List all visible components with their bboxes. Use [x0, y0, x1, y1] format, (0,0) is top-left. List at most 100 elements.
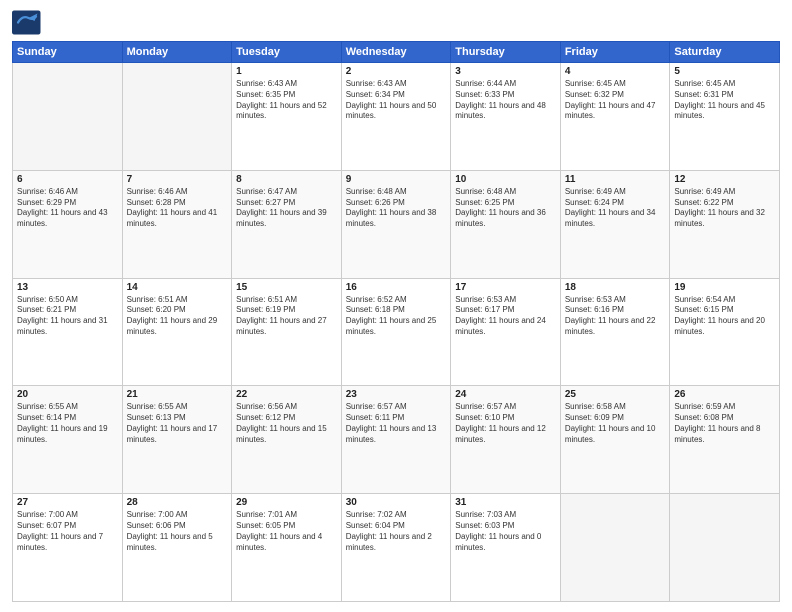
cell-content: Sunrise: 7:02 AMSunset: 6:04 PMDaylight:…	[346, 510, 447, 553]
calendar-cell: 15 Sunrise: 6:51 AMSunset: 6:19 PMDayligh…	[232, 278, 342, 386]
calendar-cell: 9 Sunrise: 6:48 AMSunset: 6:26 PMDaylight…	[341, 170, 451, 278]
calendar-cell: 28 Sunrise: 7:00 AMSunset: 6:06 PMDayligh…	[122, 494, 232, 602]
calendar-cell	[560, 494, 670, 602]
day-number: 26	[674, 389, 775, 400]
day-number: 17	[455, 282, 556, 293]
cell-content: Sunrise: 6:44 AMSunset: 6:33 PMDaylight:…	[455, 79, 556, 122]
day-number: 7	[127, 174, 228, 185]
day-header-saturday: Saturday	[670, 42, 780, 63]
day-number: 21	[127, 389, 228, 400]
day-number: 25	[565, 389, 666, 400]
day-number: 24	[455, 389, 556, 400]
calendar-cell: 31 Sunrise: 7:03 AMSunset: 6:03 PMDayligh…	[451, 494, 561, 602]
cell-content: Sunrise: 6:49 AMSunset: 6:22 PMDaylight:…	[674, 187, 775, 230]
calendar-cell: 1 Sunrise: 6:43 AMSunset: 6:35 PMDaylight…	[232, 63, 342, 171]
calendar-cell: 4 Sunrise: 6:45 AMSunset: 6:32 PMDaylight…	[560, 63, 670, 171]
cell-content: Sunrise: 6:45 AMSunset: 6:32 PMDaylight:…	[565, 79, 666, 122]
calendar-cell	[670, 494, 780, 602]
cell-content: Sunrise: 6:57 AMSunset: 6:10 PMDaylight:…	[455, 402, 556, 445]
day-number: 5	[674, 66, 775, 77]
calendar-cell: 25 Sunrise: 6:58 AMSunset: 6:09 PMDayligh…	[560, 386, 670, 494]
calendar-cell: 18 Sunrise: 6:53 AMSunset: 6:16 PMDayligh…	[560, 278, 670, 386]
cell-content: Sunrise: 6:45 AMSunset: 6:31 PMDaylight:…	[674, 79, 775, 122]
logo	[12, 10, 46, 35]
calendar-cell: 6Sunrise: 6:46 AMSunset: 6:29 PMDaylight…	[13, 170, 123, 278]
calendar-cell: 29 Sunrise: 7:01 AMSunset: 6:05 PMDayligh…	[232, 494, 342, 602]
week-row-5: 27Sunrise: 7:00 AMSunset: 6:07 PMDayligh…	[13, 494, 780, 602]
cell-content: Sunrise: 6:51 AMSunset: 6:19 PMDaylight:…	[236, 295, 337, 338]
cell-content: Sunrise: 6:48 AMSunset: 6:26 PMDaylight:…	[346, 187, 447, 230]
day-number: 14	[127, 282, 228, 293]
calendar-cell: 2Sunrise: 6:43 AMSunset: 6:34 PMDaylight…	[341, 63, 451, 171]
header-row: SundayMondayTuesdayWednesdayThursdayFrid…	[13, 42, 780, 63]
cell-content: Sunrise: 6:58 AMSunset: 6:09 PMDaylight:…	[565, 402, 666, 445]
header	[12, 10, 780, 35]
cell-content: Sunrise: 6:48 AMSunset: 6:25 PMDaylight:…	[455, 187, 556, 230]
calendar-cell: 10 Sunrise: 6:48 AMSunset: 6:25 PMDayligh…	[451, 170, 561, 278]
calendar-cell: 22 Sunrise: 6:56 AMSunset: 6:12 PMDayligh…	[232, 386, 342, 494]
cell-content: Sunrise: 6:46 AMSunset: 6:29 PMDaylight:…	[17, 187, 118, 230]
logo-icon	[12, 10, 42, 35]
calendar-cell: 27Sunrise: 7:00 AMSunset: 6:07 PMDayligh…	[13, 494, 123, 602]
cell-content: Sunrise: 6:57 AMSunset: 6:11 PMDaylight:…	[346, 402, 447, 445]
day-number: 13	[17, 282, 118, 293]
cell-content: Sunrise: 6:43 AMSunset: 6:35 PMDaylight:…	[236, 79, 337, 122]
cell-content: Sunrise: 6:49 AMSunset: 6:24 PMDaylight:…	[565, 187, 666, 230]
day-number: 28	[127, 497, 228, 508]
calendar-cell	[122, 63, 232, 171]
day-header-tuesday: Tuesday	[232, 42, 342, 63]
day-header-friday: Friday	[560, 42, 670, 63]
cell-content: Sunrise: 6:55 AMSunset: 6:14 PMDaylight:…	[17, 402, 118, 445]
day-number: 11	[565, 174, 666, 185]
day-number: 4	[565, 66, 666, 77]
cell-content: Sunrise: 6:47 AMSunset: 6:27 PMDaylight:…	[236, 187, 337, 230]
calendar-cell: 17Sunrise: 6:53 AMSunset: 6:17 PMDayligh…	[451, 278, 561, 386]
calendar-cell: 7Sunrise: 6:46 AMSunset: 6:28 PMDaylight…	[122, 170, 232, 278]
day-number: 16	[346, 282, 447, 293]
cell-content: Sunrise: 6:51 AMSunset: 6:20 PMDaylight:…	[127, 295, 228, 338]
calendar-cell: 20 Sunrise: 6:55 AMSunset: 6:14 PMDayligh…	[13, 386, 123, 494]
calendar-cell: 19Sunrise: 6:54 AMSunset: 6:15 PMDayligh…	[670, 278, 780, 386]
calendar-cell	[13, 63, 123, 171]
day-number: 10	[455, 174, 556, 185]
day-number: 9	[346, 174, 447, 185]
calendar-cell: 26 Sunrise: 6:59 AMSunset: 6:08 PMDayligh…	[670, 386, 780, 494]
day-number: 15	[236, 282, 337, 293]
day-number: 1	[236, 66, 337, 77]
calendar-cell: 16 Sunrise: 6:52 AMSunset: 6:18 PMDayligh…	[341, 278, 451, 386]
calendar-cell: 30 Sunrise: 7:02 AMSunset: 6:04 PMDayligh…	[341, 494, 451, 602]
cell-content: Sunrise: 6:59 AMSunset: 6:08 PMDaylight:…	[674, 402, 775, 445]
day-number: 23	[346, 389, 447, 400]
day-number: 20	[17, 389, 118, 400]
calendar-cell: 21 Sunrise: 6:55 AMSunset: 6:13 PMDayligh…	[122, 386, 232, 494]
week-row-1: 1 Sunrise: 6:43 AMSunset: 6:35 PMDaylight…	[13, 63, 780, 171]
day-number: 18	[565, 282, 666, 293]
calendar-cell: 8 Sunrise: 6:47 AMSunset: 6:27 PMDaylight…	[232, 170, 342, 278]
cell-content: Sunrise: 7:01 AMSunset: 6:05 PMDaylight:…	[236, 510, 337, 553]
day-number: 8	[236, 174, 337, 185]
week-row-4: 20 Sunrise: 6:55 AMSunset: 6:14 PMDayligh…	[13, 386, 780, 494]
calendar-cell: 11 Sunrise: 6:49 AMSunset: 6:24 PMDayligh…	[560, 170, 670, 278]
day-number: 29	[236, 497, 337, 508]
cell-content: Sunrise: 7:00 AMSunset: 6:06 PMDaylight:…	[127, 510, 228, 553]
cell-content: Sunrise: 6:53 AMSunset: 6:16 PMDaylight:…	[565, 295, 666, 338]
calendar-cell: 14 Sunrise: 6:51 AMSunset: 6:20 PMDayligh…	[122, 278, 232, 386]
cell-content: Sunrise: 7:03 AMSunset: 6:03 PMDaylight:…	[455, 510, 556, 553]
day-number: 22	[236, 389, 337, 400]
day-number: 12	[674, 174, 775, 185]
day-header-monday: Monday	[122, 42, 232, 63]
day-number: 31	[455, 497, 556, 508]
calendar-cell: 3Sunrise: 6:44 AMSunset: 6:33 PMDaylight…	[451, 63, 561, 171]
calendar-cell: 5 Sunrise: 6:45 AMSunset: 6:31 PMDaylight…	[670, 63, 780, 171]
cell-content: Sunrise: 6:55 AMSunset: 6:13 PMDaylight:…	[127, 402, 228, 445]
calendar-cell: 24 Sunrise: 6:57 AMSunset: 6:10 PMDayligh…	[451, 386, 561, 494]
day-number: 19	[674, 282, 775, 293]
week-row-2: 6Sunrise: 6:46 AMSunset: 6:29 PMDaylight…	[13, 170, 780, 278]
calendar-cell: 12 Sunrise: 6:49 AMSunset: 6:22 PMDayligh…	[670, 170, 780, 278]
day-header-thursday: Thursday	[451, 42, 561, 63]
cell-content: Sunrise: 6:52 AMSunset: 6:18 PMDaylight:…	[346, 295, 447, 338]
cell-content: Sunrise: 6:56 AMSunset: 6:12 PMDaylight:…	[236, 402, 337, 445]
calendar-cell: 13 Sunrise: 6:50 AMSunset: 6:21 PMDayligh…	[13, 278, 123, 386]
cell-content: Sunrise: 6:50 AMSunset: 6:21 PMDaylight:…	[17, 295, 118, 338]
day-number: 30	[346, 497, 447, 508]
